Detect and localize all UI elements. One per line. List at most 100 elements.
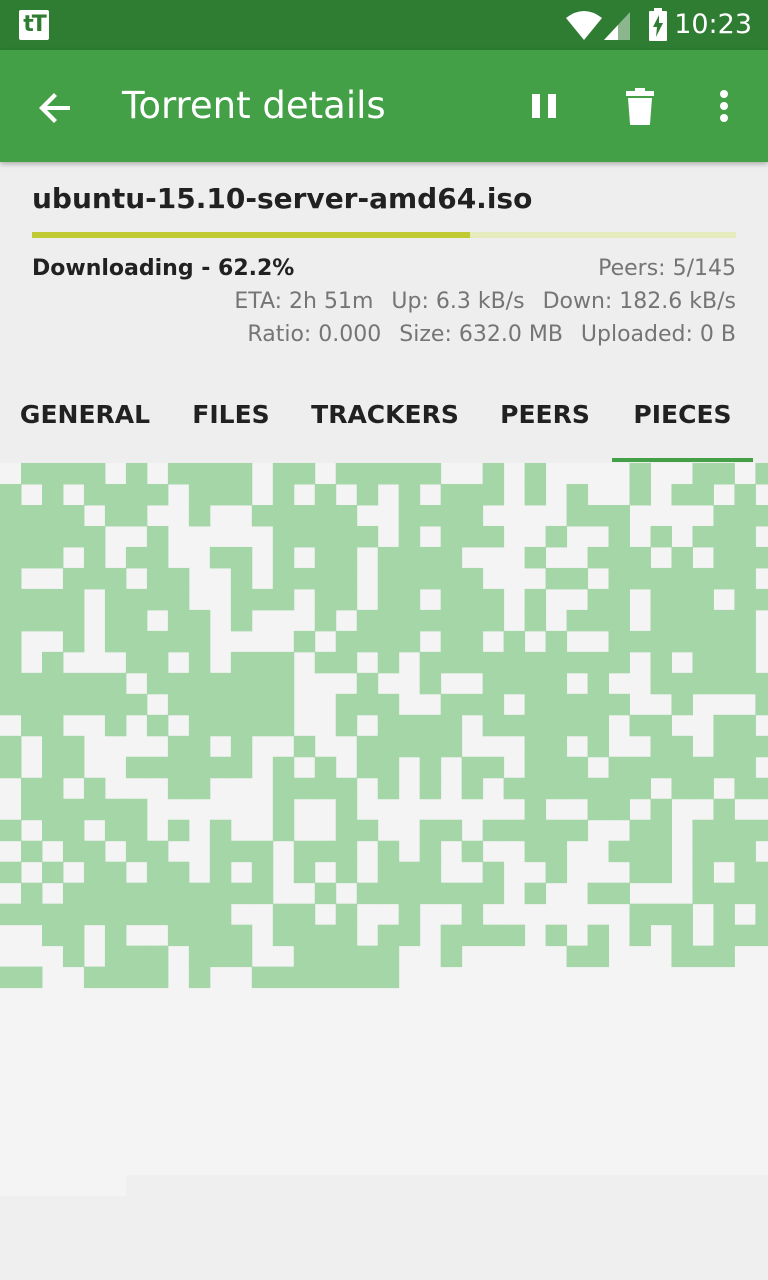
piece-downloaded bbox=[398, 504, 421, 527]
piece-downloaded bbox=[440, 693, 463, 716]
piece-downloaded bbox=[713, 567, 735, 590]
piece-downloaded bbox=[482, 756, 505, 779]
piece-downloaded bbox=[41, 714, 64, 737]
piece-downloaded bbox=[83, 882, 106, 905]
piece-downloaded bbox=[377, 735, 400, 758]
tab-pieces[interactable]: PIECES bbox=[612, 367, 753, 463]
piece-downloaded bbox=[629, 924, 651, 947]
piece-downloaded bbox=[713, 819, 735, 842]
piece-downloaded bbox=[272, 798, 295, 821]
piece-downloaded bbox=[146, 882, 169, 905]
piece-downloaded bbox=[41, 504, 64, 527]
uploaded-value: Uploaded: 0 B bbox=[580, 322, 736, 347]
piece-downloaded bbox=[230, 609, 253, 632]
piece-downloaded bbox=[545, 735, 568, 758]
piece-downloaded bbox=[230, 463, 253, 485]
piece-downloaded bbox=[545, 525, 568, 548]
more-options-button[interactable] bbox=[702, 84, 746, 128]
tab-trackers[interactable]: TRACKERS bbox=[292, 367, 478, 463]
piece-downloaded bbox=[587, 714, 610, 737]
piece-downloaded bbox=[419, 882, 442, 905]
app-bar: Torrent details bbox=[0, 50, 768, 162]
piece-downloaded bbox=[713, 756, 735, 779]
piece-downloaded bbox=[503, 777, 526, 800]
piece-downloaded bbox=[377, 567, 400, 590]
eta-value: ETA: 2h 51m bbox=[234, 289, 374, 314]
delete-button[interactable] bbox=[618, 84, 662, 128]
piece-downloaded bbox=[398, 463, 421, 485]
piece-downloaded bbox=[335, 546, 358, 569]
piece-downloaded bbox=[83, 840, 106, 863]
piece-downloaded bbox=[188, 693, 211, 716]
piece-downloaded bbox=[0, 546, 22, 569]
piece-downloaded bbox=[104, 504, 127, 527]
back-button[interactable] bbox=[34, 86, 78, 130]
piece-downloaded bbox=[146, 903, 169, 926]
piece-downloaded bbox=[608, 609, 630, 632]
piece-downloaded bbox=[356, 966, 379, 989]
piece-downloaded bbox=[608, 693, 630, 716]
piece-downloaded bbox=[755, 463, 768, 485]
piece-downloaded bbox=[755, 735, 768, 758]
piece-downloaded bbox=[587, 651, 610, 674]
piece-downloaded bbox=[314, 777, 337, 800]
piece-downloaded bbox=[566, 756, 589, 779]
piece-downloaded bbox=[440, 567, 463, 590]
piece-downloaded bbox=[125, 504, 148, 527]
piece-downloaded bbox=[0, 903, 22, 926]
piece-downloaded bbox=[755, 882, 768, 905]
piece-downloaded bbox=[692, 463, 714, 485]
piece-downloaded bbox=[20, 882, 43, 905]
piece-downloaded bbox=[419, 756, 442, 779]
piece-downloaded bbox=[734, 567, 756, 590]
piece-downloaded bbox=[314, 504, 337, 527]
piece-downloaded bbox=[650, 819, 672, 842]
tab-general[interactable]: GENERAL bbox=[0, 367, 170, 463]
piece-downloaded bbox=[461, 840, 484, 863]
piece-downloaded bbox=[167, 882, 190, 905]
piece-downloaded bbox=[272, 588, 295, 611]
tab-files[interactable]: FILES bbox=[170, 367, 292, 463]
piece-downloaded bbox=[335, 966, 358, 989]
piece-downloaded bbox=[272, 483, 295, 506]
piece-downloaded bbox=[335, 651, 358, 674]
piece-downloaded bbox=[272, 463, 295, 485]
tab-peers[interactable]: PEERS bbox=[478, 367, 612, 463]
piece-downloaded bbox=[272, 966, 295, 989]
piece-downloaded bbox=[125, 819, 148, 842]
piece-downloaded bbox=[335, 525, 358, 548]
piece-downloaded bbox=[209, 840, 232, 863]
piece-downloaded bbox=[524, 840, 547, 863]
piece-downloaded bbox=[62, 693, 85, 716]
piece-downloaded bbox=[0, 567, 22, 590]
piece-downloaded bbox=[188, 735, 211, 758]
piece-downloaded bbox=[41, 735, 64, 758]
piece-downloaded bbox=[482, 714, 505, 737]
piece-downloaded bbox=[146, 483, 169, 506]
piece-downloaded bbox=[20, 903, 43, 926]
piece-downloaded bbox=[41, 777, 64, 800]
piece-downloaded bbox=[41, 672, 64, 695]
piece-downloaded bbox=[0, 756, 22, 779]
piece-downloaded bbox=[734, 504, 756, 527]
piece-downloaded bbox=[608, 882, 630, 905]
piece-downloaded bbox=[188, 966, 211, 989]
piece-downloaded bbox=[272, 693, 295, 716]
piece-downloaded bbox=[293, 525, 316, 548]
piece-downloaded bbox=[734, 714, 756, 737]
piece-downloaded bbox=[461, 567, 484, 590]
upload-speed: Up: 6.3 kB/s bbox=[391, 289, 525, 314]
piece-downloaded bbox=[293, 924, 316, 947]
piece-downloaded bbox=[482, 924, 505, 947]
piece-downloaded bbox=[650, 588, 672, 611]
piece-downloaded bbox=[293, 903, 316, 926]
pause-button[interactable] bbox=[522, 84, 566, 128]
piece-downloaded bbox=[230, 840, 253, 863]
piece-downloaded bbox=[377, 777, 400, 800]
piece-downloaded bbox=[608, 798, 630, 821]
download-status: Downloading - 62.2% bbox=[32, 256, 295, 281]
piece-downloaded bbox=[419, 714, 442, 737]
piece-downloaded bbox=[566, 714, 589, 737]
piece-downloaded bbox=[314, 756, 337, 779]
piece-downloaded bbox=[692, 651, 714, 674]
